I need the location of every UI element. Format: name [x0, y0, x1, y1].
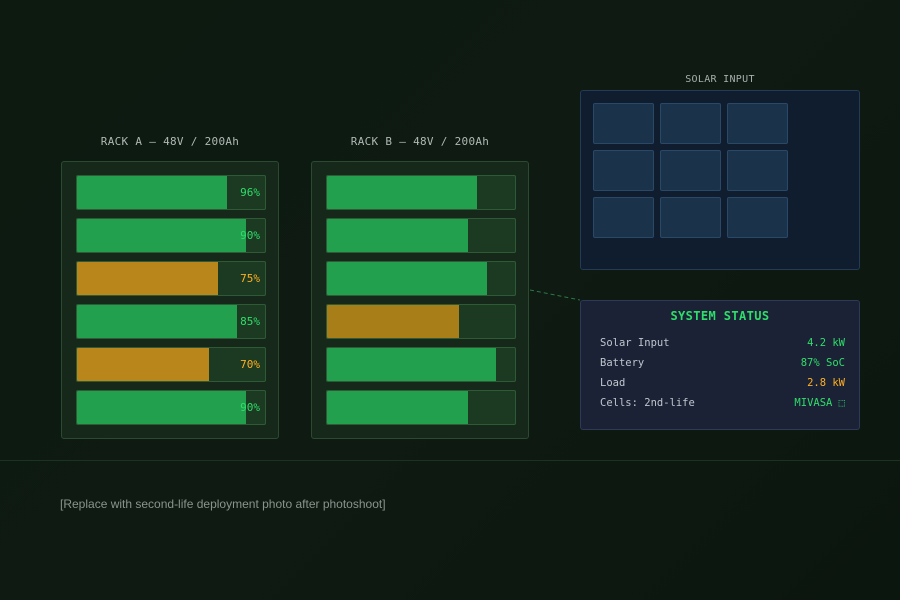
- system-status-title: SYSTEM STATUS: [670, 309, 770, 323]
- solar-panel-module: [727, 103, 788, 144]
- solar-panel-module: [727, 197, 788, 238]
- section-divider: [0, 460, 900, 461]
- status-row-cells: Cells: 2nd-life MIVASA ⬚: [600, 396, 845, 410]
- status-value: MIVASA ⬚: [794, 397, 845, 409]
- status-label: Solar Input: [600, 337, 670, 349]
- solar-panel-module: [660, 150, 721, 191]
- status-value: 87% SoC: [800, 357, 845, 369]
- status-row-solar-input: Solar Input 4.2 kW: [600, 336, 845, 350]
- solar-panel-module: [593, 103, 654, 144]
- status-row-battery: Battery 87% SoC: [600, 356, 845, 370]
- system-status-panel: SYSTEM STATUS Solar Input 4.2 kW Battery…: [580, 300, 860, 430]
- solar-panel-module: [727, 150, 788, 191]
- status-label: Cells: 2nd-life: [600, 397, 695, 409]
- status-label: Load: [600, 377, 626, 389]
- solar-input-title: SOLAR INPUT: [685, 74, 755, 85]
- solar-panel-module: [660, 103, 721, 144]
- solar-panel-module: [593, 150, 654, 191]
- status-row-load: Load 2.8 kW: [600, 376, 845, 390]
- solar-array: [580, 90, 860, 270]
- status-value: 4.2 kW: [807, 337, 845, 349]
- solar-panel-module: [660, 197, 721, 238]
- status-label: Battery: [600, 357, 645, 369]
- solar-panel-module: [593, 197, 654, 238]
- photo-placeholder-note: [Replace with second-life deployment pho…: [60, 497, 386, 511]
- status-value: 2.8 kW: [807, 377, 845, 389]
